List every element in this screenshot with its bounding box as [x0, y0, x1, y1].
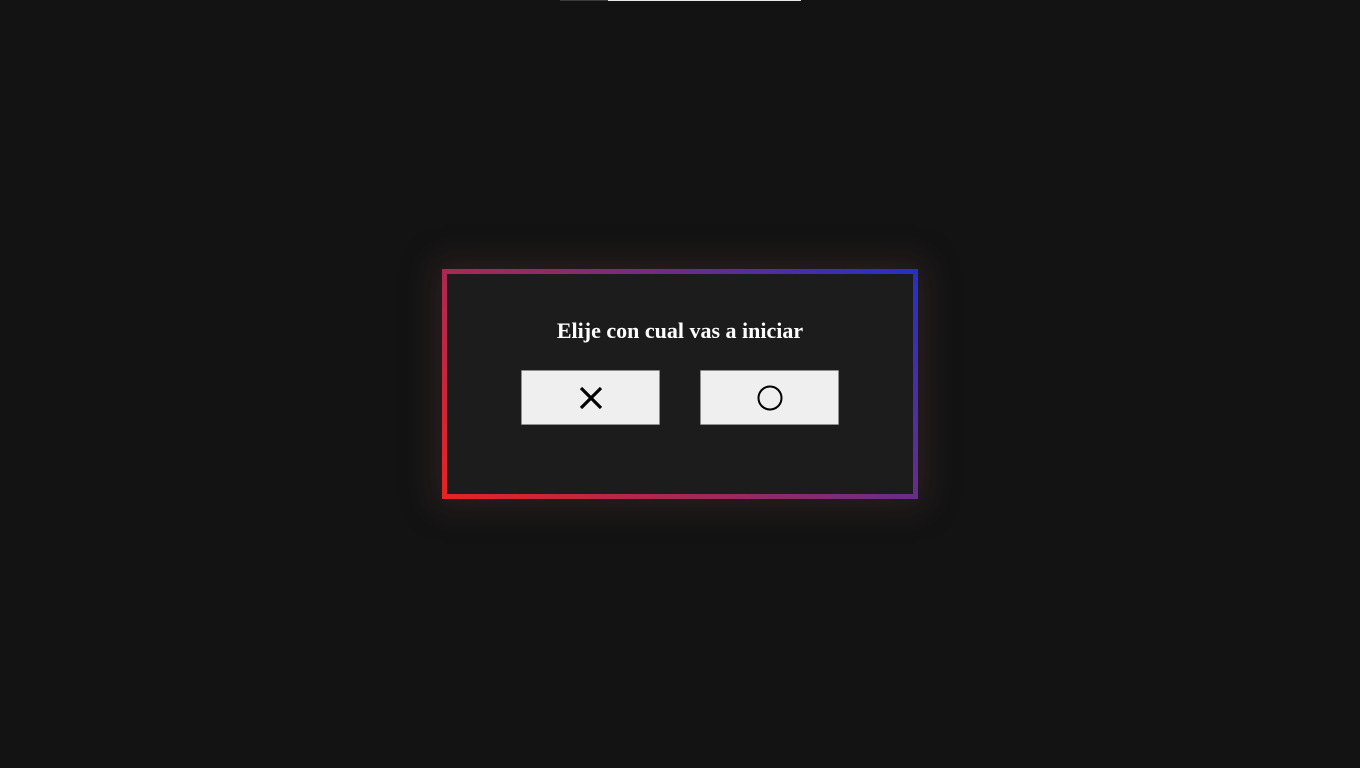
symbol-select-dialog: Elije con cual vas a iniciar [442, 269, 918, 499]
top-edge-bar-light [608, 0, 801, 1]
top-edge-bar-dark [560, 0, 608, 1]
x-mark-icon [579, 386, 602, 409]
choose-x-button[interactable] [521, 370, 660, 425]
top-edge-bar [560, 0, 801, 1]
choose-o-button[interactable] [700, 370, 839, 425]
circle-icon [757, 385, 782, 410]
dialog-panel: Elije con cual vas a iniciar [447, 274, 913, 494]
dialog-title: Elije con cual vas a iniciar [556, 318, 804, 343]
